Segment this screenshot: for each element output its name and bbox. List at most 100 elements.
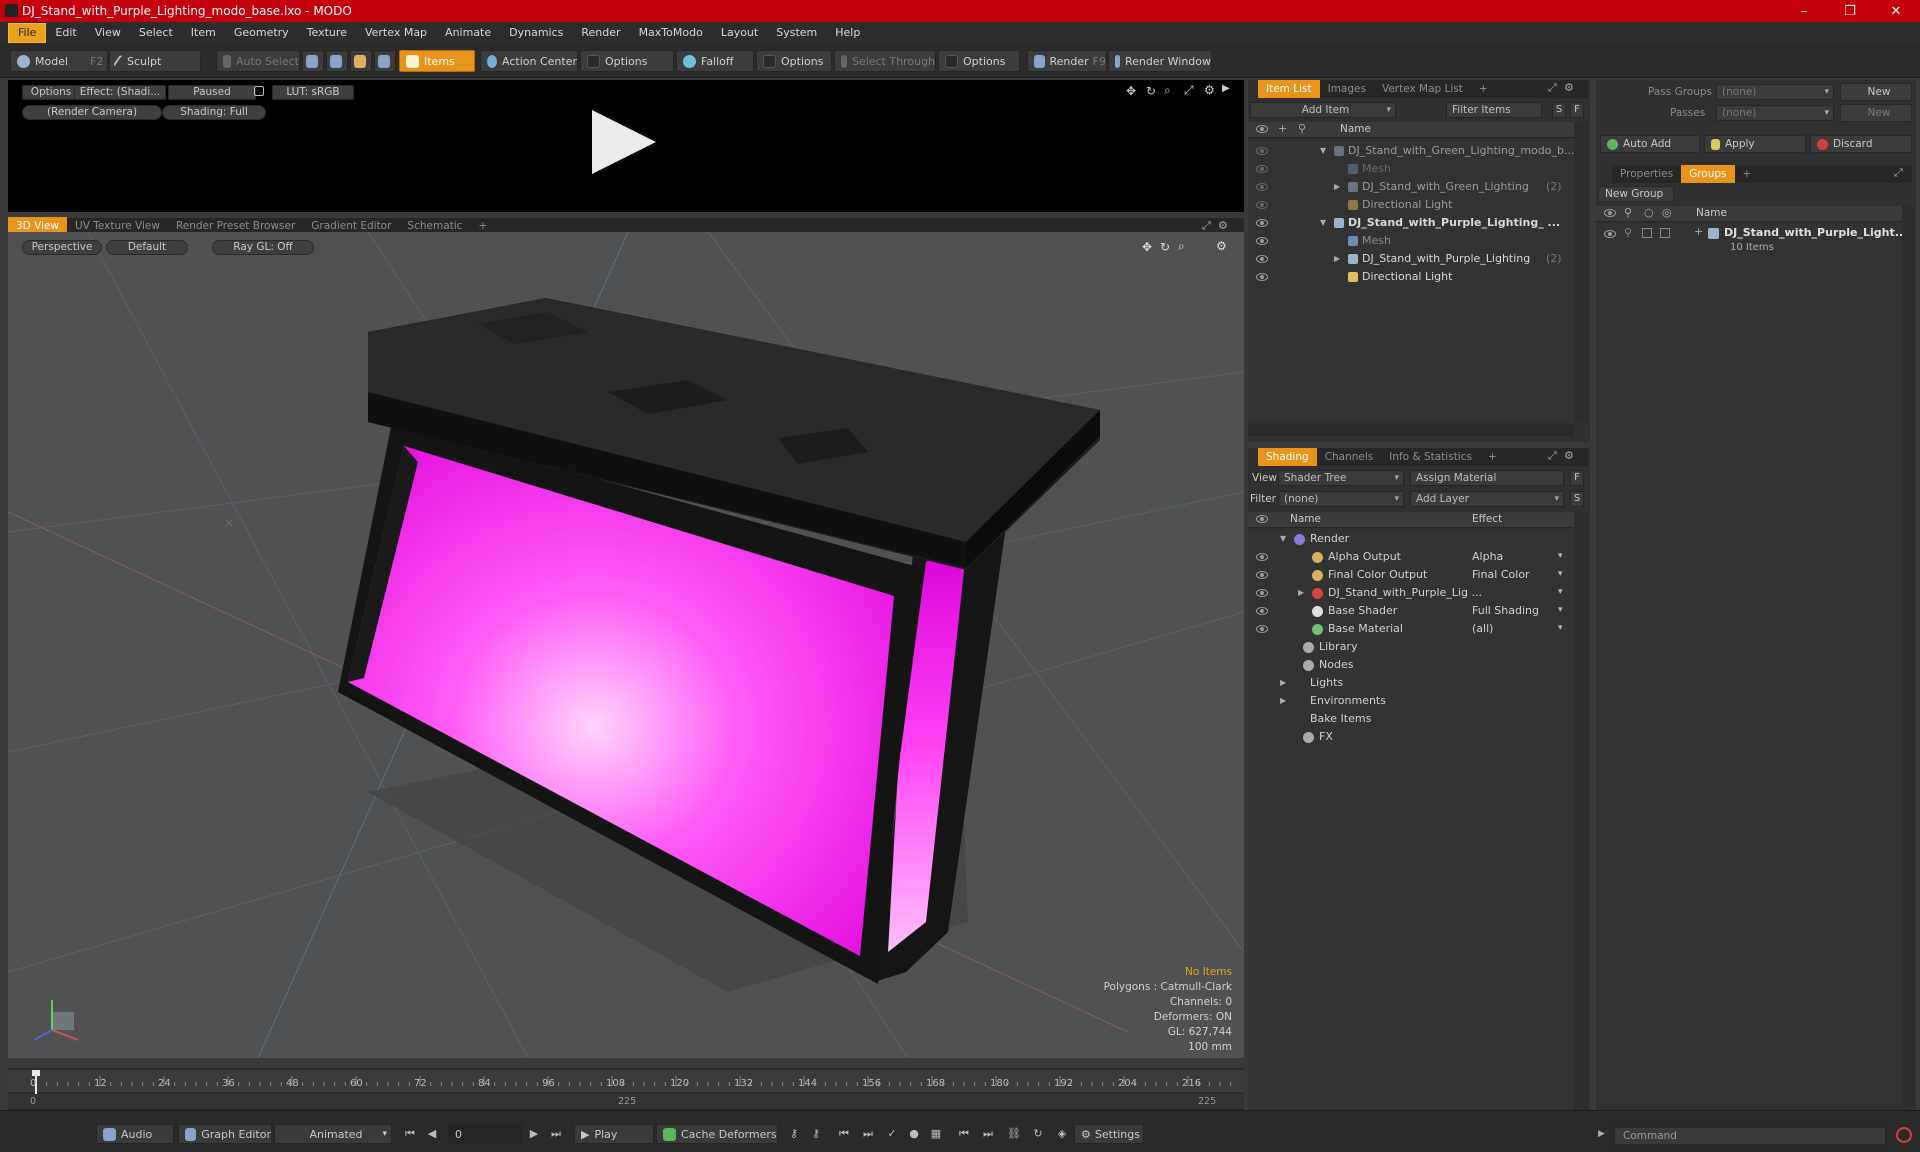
arrow-right-icon[interactable]: ▶ [1222,83,1230,94]
layer-effect[interactable]: Full Shading [1472,604,1539,617]
menu-file[interactable]: File [8,23,47,43]
close-button[interactable]: ✕ [1874,0,1918,22]
shader-tree-row[interactable]: Bake Items [1248,710,1574,728]
preview-lut-dropdown[interactable]: LUT: sRGB [272,85,354,100]
shader-tree-scrollbar[interactable] [1574,512,1588,1132]
expand-icon[interactable]: ▶ [1280,678,1286,687]
auto-add-button[interactable]: Auto Add [1600,135,1700,153]
item-list-row[interactable]: ▼ DJ_Stand_with_Green_Lighting_modo_b... [1248,142,1574,160]
item-list-row[interactable]: Directional Light [1248,268,1574,286]
visibility-icon[interactable] [1604,209,1616,217]
record-icon[interactable]: ● [906,1126,922,1142]
discard-button[interactable]: Discard [1810,135,1912,153]
item-list-f-button[interactable]: F [1570,102,1584,118]
expand-icon[interactable]: ▶ [1334,254,1340,263]
visibility-icon[interactable] [1256,553,1268,561]
expand-icon[interactable]: ⤢ [1202,219,1211,233]
collapse-icon[interactable]: ▼ [1280,534,1286,543]
skip-start-icon[interactable]: ⏮ [402,1126,418,1142]
shader-tree-row[interactable]: Final Color Output Final Color ▾ [1248,566,1574,584]
next-marker-icon[interactable]: ⏭ [980,1126,996,1142]
falloff-button[interactable]: Falloff [676,50,754,72]
preview-paused-button[interactable]: Paused [168,85,256,100]
action-center-button[interactable]: Action Center [480,50,578,72]
rotate-icon[interactable]: ↻ [1146,84,1156,98]
menu-help[interactable]: Help [826,24,869,42]
passes-dropdown[interactable]: (none) [1716,105,1834,121]
command-input[interactable]: Command [1614,1127,1886,1145]
visibility-icon[interactable] [1256,589,1268,597]
timeline[interactable]: 0 12 24 36 48 60 72 84 96 108 120 132 144 156 168 180 19… [8,1068,1244,1110]
select-toggle-icon[interactable] [1660,228,1670,238]
assign-material-button[interactable]: Assign Material [1410,470,1564,486]
move-icon[interactable]: ✥ [1126,84,1136,98]
menu-view[interactable]: View [86,24,130,42]
item-list-scrollbar[interactable] [1574,122,1588,422]
new-pass-button[interactable]: New [1840,104,1912,122]
perspective-dropdown[interactable]: Perspective [22,240,102,255]
filter-items-input[interactable]: Filter Items [1446,102,1542,118]
tab-groups[interactable]: Groups [1681,165,1735,183]
visibility-icon[interactable] [1256,147,1268,155]
tab-channels[interactable]: Channels [1317,448,1382,466]
prev-key-icon[interactable]: ⏮ [836,1126,852,1142]
tab-info-statistics[interactable]: Info & Statistics [1381,448,1480,466]
effect-dropdown-icon[interactable]: ▾ [1558,605,1563,615]
command-expand-icon[interactable]: ▶ [1598,1129,1605,1139]
visibility-icon[interactable] [1604,230,1616,238]
default-style-dropdown[interactable]: Default [106,240,188,255]
visibility-icon[interactable] [1256,125,1268,133]
menu-geometry[interactable]: Geometry [225,24,298,42]
item-list-row[interactable]: ▼ DJ_Stand_with_Purple_Lighting_ ... [1248,214,1574,232]
item-list-row[interactable]: ▶ DJ_Stand_with_Purple_Lighting (2) [1248,250,1574,268]
shader-tree-row[interactable]: Library [1248,638,1574,656]
preview-camera-dropdown[interactable]: (Render Camera) [22,105,162,120]
tab--[interactable]: + [1735,165,1760,183]
key-filter-icon[interactable]: ▦ [928,1126,944,1142]
cache-deformers-button[interactable]: Cache Deformers [656,1124,778,1144]
tab-properties[interactable]: Properties [1612,165,1681,183]
shader-tree-row[interactable]: ▶ Environments [1248,692,1574,710]
visibility-icon[interactable] [1256,273,1268,281]
shader-filter-dropdown[interactable]: (none) [1278,491,1404,507]
3d-viewport[interactable]: × Perspective Default Ray GL: Off ✥ ↻ ⌕ … [8,232,1244,1058]
expand-icon[interactable]: ▶ [1334,182,1340,191]
materials-mode-button[interactable] [374,50,396,72]
preview-options-button[interactable]: Options [22,85,80,100]
menu-select[interactable]: Select [130,24,182,42]
tab-vertex-map-list[interactable]: Vertex Map List [1374,80,1471,98]
expand-plus-icon[interactable]: + [1694,225,1703,238]
render-toggle-icon[interactable]: ⚲ [1624,226,1632,239]
effect-dropdown-icon[interactable]: ▾ [1558,551,1563,561]
expand-icon[interactable]: ⤢ [1894,166,1903,180]
effect-dropdown-icon[interactable]: ▾ [1558,569,1563,579]
layer-effect[interactable]: Final Color [1472,568,1530,581]
effect-dropdown-icon[interactable]: ▾ [1558,587,1563,597]
expand-icon[interactable]: ▶ [1280,696,1286,705]
gear-icon[interactable]: ⚙ [1216,239,1227,253]
next-key-icon[interactable]: ⏭ [860,1126,876,1142]
preview-shading-dropdown[interactable]: Shading: Full [162,105,266,120]
select-through-button[interactable]: Select Through [834,50,936,72]
visibility-icon[interactable] [1256,219,1268,227]
auto-key-icon[interactable]: ✓ [884,1126,900,1142]
tab-shading[interactable]: Shading [1258,448,1317,466]
tab-item-list[interactable]: Item List [1258,80,1320,98]
maximize-button[interactable]: ❐ [1828,0,1872,22]
menu-layout[interactable]: Layout [712,24,767,42]
item-list-row[interactable]: Mesh [1248,232,1574,250]
group-row[interactable]: ⚲ + DJ_Stand_with_Purple_Light... 10 Ite… [1596,224,1907,256]
next-frame-icon[interactable]: ▶ [526,1126,542,1142]
item-list-row[interactable]: ▶ DJ_Stand_with_Green_Lighting (2) [1248,178,1574,196]
menu-texture[interactable]: Texture [298,24,356,42]
item-list-row[interactable]: Directional Light [1248,196,1574,214]
expand-icon[interactable]: ⤢ [1548,449,1557,463]
lock-icon[interactable] [254,86,264,96]
minimize-button[interactable]: – [1782,0,1826,22]
layer-effect[interactable]: Alpha [1472,550,1503,563]
move-icon[interactable]: ✥ [1142,240,1152,254]
gear-icon[interactable]: ⚙ [1218,219,1228,232]
add-item-dropdown[interactable]: Add Item [1250,102,1396,118]
graph-editor-button[interactable]: Graph Editor [178,1124,272,1144]
visibility-icon[interactable] [1256,165,1268,173]
